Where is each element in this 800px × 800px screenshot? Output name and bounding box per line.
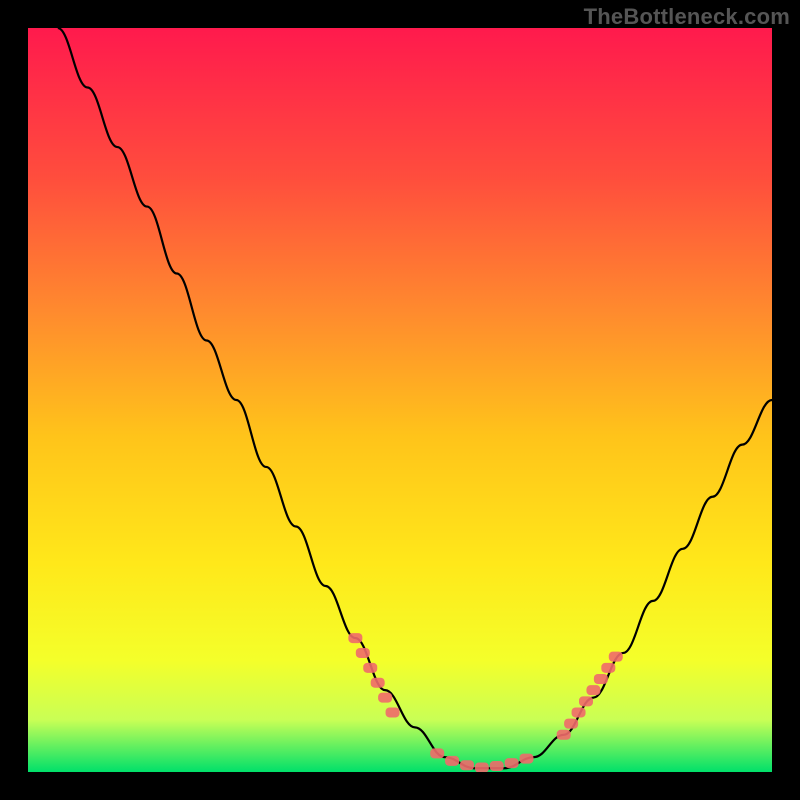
marker-dot bbox=[475, 763, 489, 772]
gradient-background bbox=[28, 28, 772, 772]
marker-dot bbox=[579, 696, 593, 706]
marker-dot bbox=[460, 760, 474, 770]
marker-dot bbox=[430, 748, 444, 758]
marker-dot bbox=[371, 678, 385, 688]
watermark-label: TheBottleneck.com bbox=[584, 4, 790, 30]
marker-dot bbox=[348, 633, 362, 643]
marker-dot bbox=[356, 648, 370, 658]
marker-dot bbox=[557, 730, 571, 740]
marker-dot bbox=[490, 761, 504, 771]
marker-dot bbox=[609, 652, 623, 662]
marker-dot bbox=[572, 707, 586, 717]
chart-frame: TheBottleneck.com bbox=[0, 0, 800, 800]
marker-dot bbox=[445, 756, 459, 766]
marker-dot bbox=[505, 758, 519, 768]
marker-dot bbox=[378, 693, 392, 703]
marker-dot bbox=[594, 674, 608, 684]
marker-dot bbox=[386, 707, 400, 717]
marker-dot bbox=[601, 663, 615, 673]
marker-dot bbox=[519, 754, 533, 764]
marker-dot bbox=[586, 685, 600, 695]
chart-svg bbox=[28, 28, 772, 772]
marker-dot bbox=[564, 719, 578, 729]
marker-dot bbox=[363, 663, 377, 673]
plot-area bbox=[28, 28, 772, 772]
